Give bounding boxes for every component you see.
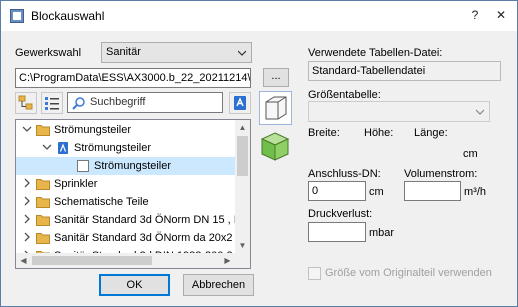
preview-2d[interactable] xyxy=(259,91,292,125)
chevron-right-icon[interactable] xyxy=(22,214,32,224)
druck-input[interactable] xyxy=(308,222,366,242)
dialog-window: Blockauswahl ? ✕ Gewerkswahl Sanitär C:\… xyxy=(0,0,518,307)
chevron-right-icon[interactable] xyxy=(22,178,32,188)
search-placeholder: Suchbegriff xyxy=(90,96,146,108)
tree-view-icon xyxy=(18,95,33,110)
folder-icon xyxy=(36,179,50,190)
cube-outline-icon xyxy=(265,96,287,120)
tree-item-label: Strömungsteiler xyxy=(54,124,132,136)
chevron-down-icon xyxy=(476,109,484,115)
folder-icon xyxy=(36,125,50,136)
height-label: Höhe: xyxy=(364,127,394,139)
scroll-right-icon[interactable]: ▶ xyxy=(220,253,235,268)
folder-icon xyxy=(36,197,50,208)
table-file-value: Standard-Tabellendatei xyxy=(312,65,426,77)
chevron-down-icon[interactable] xyxy=(22,124,32,134)
horizontal-scrollbar[interactable]: ◀ ▶ xyxy=(16,253,250,268)
preview-3d[interactable] xyxy=(259,129,292,163)
chevron-right-icon[interactable] xyxy=(22,232,32,242)
chevron-down-icon[interactable] xyxy=(42,142,52,152)
tree-item-label: Schematische Teile xyxy=(54,196,149,208)
list-view-button[interactable] xyxy=(41,92,63,114)
scroll-left-icon[interactable]: ◀ xyxy=(16,253,31,268)
tree-item[interactable]: Sprinkler xyxy=(16,175,236,193)
close-button[interactable]: ✕ xyxy=(493,7,509,23)
block-icon xyxy=(234,96,246,110)
block-filter-button[interactable] xyxy=(229,92,251,114)
path-field[interactable]: C:\ProgramData\ESS\AX3000.b_22_20211214\ xyxy=(15,68,251,88)
dimension-unit: cm xyxy=(463,148,478,160)
anschluss-value: 0 xyxy=(312,185,319,197)
vertical-scroll-thumb[interactable] xyxy=(237,136,248,176)
table-file-field: Standard-Tabellendatei xyxy=(308,61,501,81)
block-icon xyxy=(58,142,68,154)
druck-label: Druckverlust: xyxy=(308,208,373,220)
table-file-label: Verwendete Tabellen-Datei: xyxy=(308,47,443,59)
tree-item-label: Sanitär Standard 3d ÖNorm da 20x2 xyxy=(54,232,233,244)
part-icon xyxy=(77,160,89,172)
help-button[interactable]: ? xyxy=(467,7,483,23)
tree-item[interactable]: Sanitär Standard 3d ÖNorm DN 15 , I xyxy=(16,211,237,229)
tree-item[interactable]: Strömungsteiler xyxy=(16,157,236,175)
tree-item[interactable]: Strömungsteiler xyxy=(16,139,236,157)
gewerk-value: Sanitär xyxy=(106,46,141,58)
size-table-label: Größentabelle: xyxy=(308,89,381,101)
width-label: Breite: xyxy=(308,127,340,139)
browse-button[interactable]: ... xyxy=(263,68,289,87)
original-size-label: Größe vom Originalteil verwenden xyxy=(325,267,492,279)
tree-item[interactable]: Schematische Teile xyxy=(16,193,236,211)
search-icon xyxy=(72,97,85,110)
horizontal-scroll-thumb[interactable] xyxy=(32,256,152,265)
folder-icon xyxy=(36,215,50,226)
scroll-up-icon[interactable]: ▲ xyxy=(235,120,250,135)
volumen-unit: m³/h xyxy=(464,186,486,198)
search-input[interactable]: Suchbegriff xyxy=(67,92,223,113)
list-view-icon xyxy=(45,97,59,110)
app-icon xyxy=(10,9,24,23)
tree-item-label: Sprinkler xyxy=(54,178,98,190)
anschluss-input[interactable]: 0 xyxy=(308,181,366,201)
tree-item[interactable]: Strömungsteiler xyxy=(16,121,236,139)
druck-unit: mbar xyxy=(369,227,395,239)
anschluss-label: Anschluss-DN: xyxy=(308,168,381,180)
vertical-scrollbar[interactable]: ▲ ▼ xyxy=(235,120,250,253)
tree-item-label: Strömungsteiler xyxy=(94,160,172,172)
gewerk-label: Gewerkswahl xyxy=(15,47,82,59)
cancel-button[interactable]: Abbrechen xyxy=(183,274,254,296)
anschluss-unit: cm xyxy=(369,186,384,198)
scroll-down-icon[interactable]: ▼ xyxy=(235,238,250,253)
chevron-right-icon[interactable] xyxy=(22,196,32,206)
chevron-down-icon xyxy=(238,50,246,56)
size-table-select[interactable] xyxy=(308,101,490,122)
original-size-checkbox[interactable] xyxy=(308,267,321,280)
title-bar: Blockauswahl ? ✕ xyxy=(1,1,517,31)
window-title: Blockauswahl xyxy=(31,9,105,23)
cube-3d-icon xyxy=(260,132,290,161)
block-tree[interactable]: Strömungsteiler Strömungsteiler Strömungst… xyxy=(15,119,251,269)
volumen-label: Volumenstrom: xyxy=(404,168,478,180)
ok-button[interactable]: OK xyxy=(99,274,170,296)
tree-item[interactable]: Sanitär Standard 3d ÖNorm da 20x2 xyxy=(16,229,236,247)
tree-item-label: Strömungsteiler xyxy=(74,142,152,154)
folder-icon xyxy=(36,233,50,244)
tree-item-label: Sanitär Standard 3d ÖNorm DN 15 , I xyxy=(54,214,237,226)
tree-view-button[interactable] xyxy=(15,92,37,114)
volumen-input[interactable] xyxy=(404,181,461,201)
path-value: C:\ProgramData\ESS\AX3000.b_22_20211214\ xyxy=(19,72,251,84)
length-label: Länge: xyxy=(414,127,448,139)
gewerk-select[interactable]: Sanitär xyxy=(101,42,252,63)
